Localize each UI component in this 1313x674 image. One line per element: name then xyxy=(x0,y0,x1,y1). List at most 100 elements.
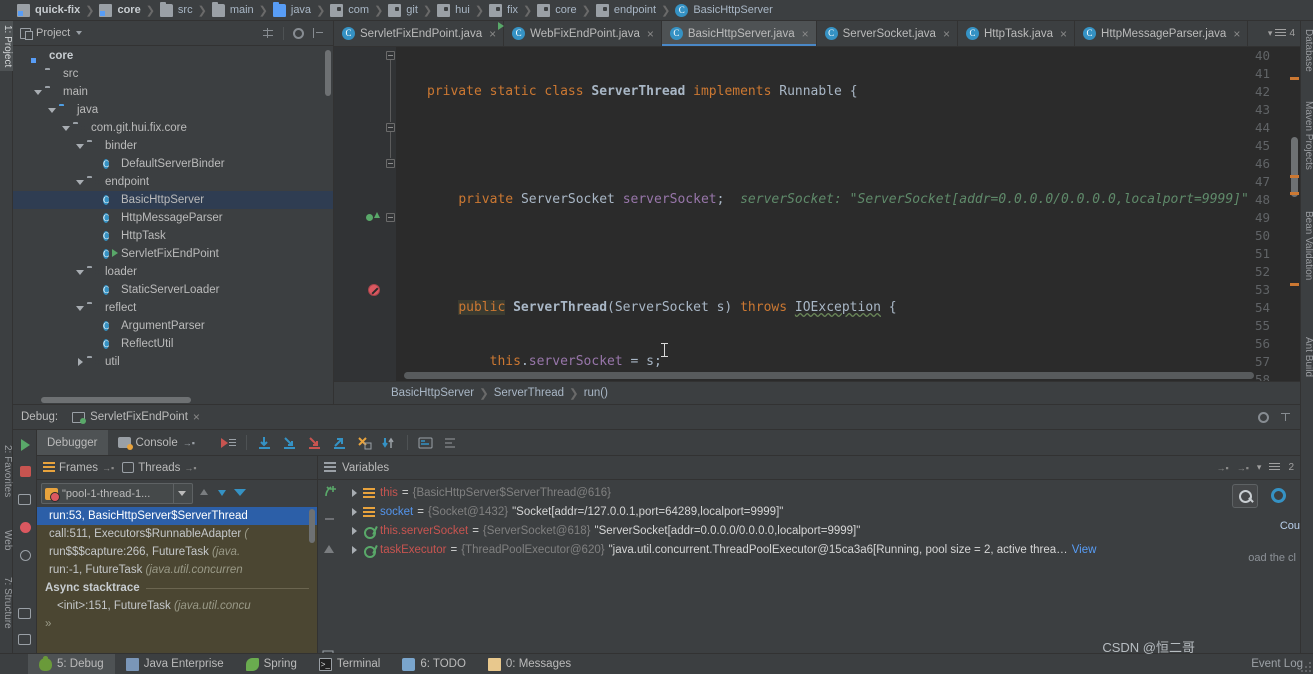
pin-icon[interactable]: →▪ xyxy=(1217,463,1229,473)
status-item-terminal[interactable]: >_ Terminal xyxy=(308,654,391,674)
breadcrumb-item-com[interactable]: com xyxy=(326,0,373,21)
editor-tab-httpmessageparser[interactable]: C HttpMessageParser.java × xyxy=(1075,21,1248,46)
code-line-45[interactable]: this.serverSocket = s; xyxy=(396,353,1300,371)
event-log-button[interactable]: Event Log xyxy=(1251,658,1303,670)
status-item-spring[interactable]: Spring xyxy=(235,654,308,674)
mute-breakpoints-icon[interactable] xyxy=(20,550,31,561)
breadcrumb-item-basichttpserver[interactable]: C BasicHttpServer xyxy=(671,0,776,21)
tree-node-loader[interactable]: loader xyxy=(13,263,333,281)
tool-tab-project[interactable]: 1: Project xyxy=(0,21,13,71)
tree-node-httpmessageparser[interactable]: C HttpMessageParser xyxy=(13,209,333,227)
tree-node-util[interactable]: util xyxy=(13,353,333,371)
chevron-down-icon[interactable] xyxy=(76,31,82,35)
fold-marker[interactable] xyxy=(386,159,395,168)
breadcrumb-item-hui[interactable]: hui xyxy=(433,0,474,21)
chevron-down-icon[interactable] xyxy=(173,484,189,503)
chevron-down-icon[interactable] xyxy=(61,123,72,134)
step-into-icon[interactable] xyxy=(282,436,297,450)
code-line-43[interactable] xyxy=(396,245,1300,263)
tool-tab-structure[interactable]: 7: Structure xyxy=(0,573,13,633)
step-out-icon[interactable] xyxy=(332,436,347,450)
tab-console[interactable]: Console →▪ xyxy=(108,430,205,455)
code-line-44[interactable]: public ServerThread(ServerSocket s) thro… xyxy=(396,299,1300,317)
snapshot-icon[interactable] xyxy=(18,494,31,505)
chevron-down-icon[interactable] xyxy=(47,105,58,116)
hide-panel-icon[interactable] xyxy=(313,27,325,39)
drop-frame-icon[interactable] xyxy=(357,436,372,450)
resume-program-icon[interactable] xyxy=(18,438,33,453)
evaluate-expression-icon[interactable] xyxy=(418,436,433,450)
frame-item[interactable]: run:53, BasicHttpServer$ServerThread xyxy=(37,507,317,525)
settings-icon[interactable] xyxy=(18,608,31,619)
show-execution-point-icon[interactable] xyxy=(221,436,236,450)
layout-settings-icon[interactable] xyxy=(443,436,458,450)
breadcrumb-item-java[interactable]: java xyxy=(269,0,315,21)
project-tree[interactable]: core src main java com.git.hui.fix.core xyxy=(13,46,333,404)
editor-tab-httptask[interactable]: C HttpTask.java × xyxy=(958,21,1075,46)
tree-node-defaultserverbinder[interactable]: C DefaultServerBinder xyxy=(13,155,333,173)
close-icon[interactable]: × xyxy=(193,410,200,424)
step-over-icon[interactable] xyxy=(257,436,272,450)
breadcrumb-inner-class[interactable]: ServerThread xyxy=(494,387,564,399)
frame-down-icon[interactable] xyxy=(215,487,229,501)
editor-marker[interactable] xyxy=(1290,283,1299,286)
status-item-java-enterprise[interactable]: Java Enterprise xyxy=(115,654,235,674)
breadcrumb-item-main[interactable]: main xyxy=(208,0,258,21)
chevron-down-icon[interactable] xyxy=(75,177,86,188)
tool-tab-favorites[interactable]: 2: Favorites xyxy=(0,441,13,501)
close-icon[interactable]: × xyxy=(1060,27,1067,41)
tool-tab-bean-validation[interactable]: Bean Validation xyxy=(1301,207,1313,284)
tree-node-reflect[interactable]: reflect xyxy=(13,299,333,317)
expand-arrow-icon[interactable] xyxy=(350,508,359,517)
expand-arrow-icon[interactable] xyxy=(350,527,359,536)
frames-more[interactable]: » xyxy=(37,615,317,633)
restore-layout-icon[interactable] xyxy=(18,634,31,645)
close-icon[interactable]: × xyxy=(802,27,809,41)
tree-node-package-root[interactable]: com.git.hui.fix.core xyxy=(13,119,333,137)
code-line-41[interactable] xyxy=(396,137,1300,155)
tool-tab-ant-build[interactable]: Ant Build xyxy=(1301,333,1313,381)
editor-marker[interactable] xyxy=(1290,77,1299,80)
variables-list[interactable]: this = {BasicHttpServer$ServerThread@616… xyxy=(342,480,1300,653)
editor-tab-basichttpserver[interactable]: C BasicHttpServer.java × xyxy=(662,21,817,46)
breadcrumb-item-src[interactable]: src xyxy=(156,0,197,21)
chevron-down-icon[interactable] xyxy=(75,141,86,152)
stop-icon[interactable] xyxy=(20,466,31,477)
editor-tab-servletfixendpoint[interactable]: C ServletFixEndPoint.java × xyxy=(334,21,504,46)
chevron-right-icon[interactable] xyxy=(75,357,86,368)
frames-scrollbar[interactable] xyxy=(309,509,315,543)
tab-debugger[interactable]: Debugger xyxy=(37,430,108,455)
breadcrumb-item-core[interactable]: core xyxy=(95,0,144,21)
close-icon[interactable]: × xyxy=(489,27,496,41)
filter-frames-icon[interactable] xyxy=(233,487,247,501)
editor-marker[interactable] xyxy=(1290,175,1299,178)
breadcrumb-item-fix[interactable]: fix xyxy=(485,0,522,21)
tree-node-staticserverloader[interactable]: C StaticServerLoader xyxy=(13,281,333,299)
breadcrumb-item-core-pkg[interactable]: core xyxy=(533,0,580,21)
frame-item[interactable]: <init>:151, FutureTask (java.util.concu xyxy=(37,597,317,615)
override-method-icon[interactable] xyxy=(366,211,380,225)
tree-node-httptask[interactable]: C HttpTask xyxy=(13,227,333,245)
expand-arrow-icon[interactable] xyxy=(350,546,359,555)
view-breakpoints-icon[interactable] xyxy=(20,522,31,533)
add-watch-icon[interactable] xyxy=(322,484,337,499)
frames-tab[interactable]: Frames →▪ xyxy=(43,462,114,474)
tree-node-reflectutil[interactable]: C ReflectUtil xyxy=(13,335,333,353)
breakpoint-icon[interactable] xyxy=(368,284,380,296)
chevron-down-icon[interactable] xyxy=(75,267,86,278)
code-editor[interactable]: 40 41 42 43 44 45 46 47 48 49 50 51 52 5… xyxy=(334,47,1300,381)
hide-panel-icon[interactable] xyxy=(1280,411,1292,423)
breadcrumb-item-git[interactable]: git xyxy=(384,0,422,21)
debug-session-tab[interactable]: ServletFixEndPoint × xyxy=(64,405,208,430)
frame-item[interactable]: call:511, Executors$RunnableAdapter ( xyxy=(37,525,317,543)
tree-node-basichttpserver[interactable]: C BasicHttpServer xyxy=(13,191,333,209)
code-text[interactable]: private static class ServerThread implem… xyxy=(396,47,1300,381)
code-line-40[interactable]: private static class ServerThread implem… xyxy=(396,83,1300,101)
tool-tab-database[interactable]: Database xyxy=(1301,25,1313,76)
pin-icon-2[interactable]: →▪ xyxy=(1237,463,1249,473)
tree-node-servletfixendpoint[interactable]: C ServletFixEndPoint xyxy=(13,245,333,263)
editor-vertical-scrollbar[interactable] xyxy=(1291,137,1298,197)
gear-icon[interactable] xyxy=(1271,488,1286,503)
collapse-all-icon[interactable] xyxy=(262,27,274,39)
breadcrumb-class[interactable]: BasicHttpServer xyxy=(391,387,474,399)
